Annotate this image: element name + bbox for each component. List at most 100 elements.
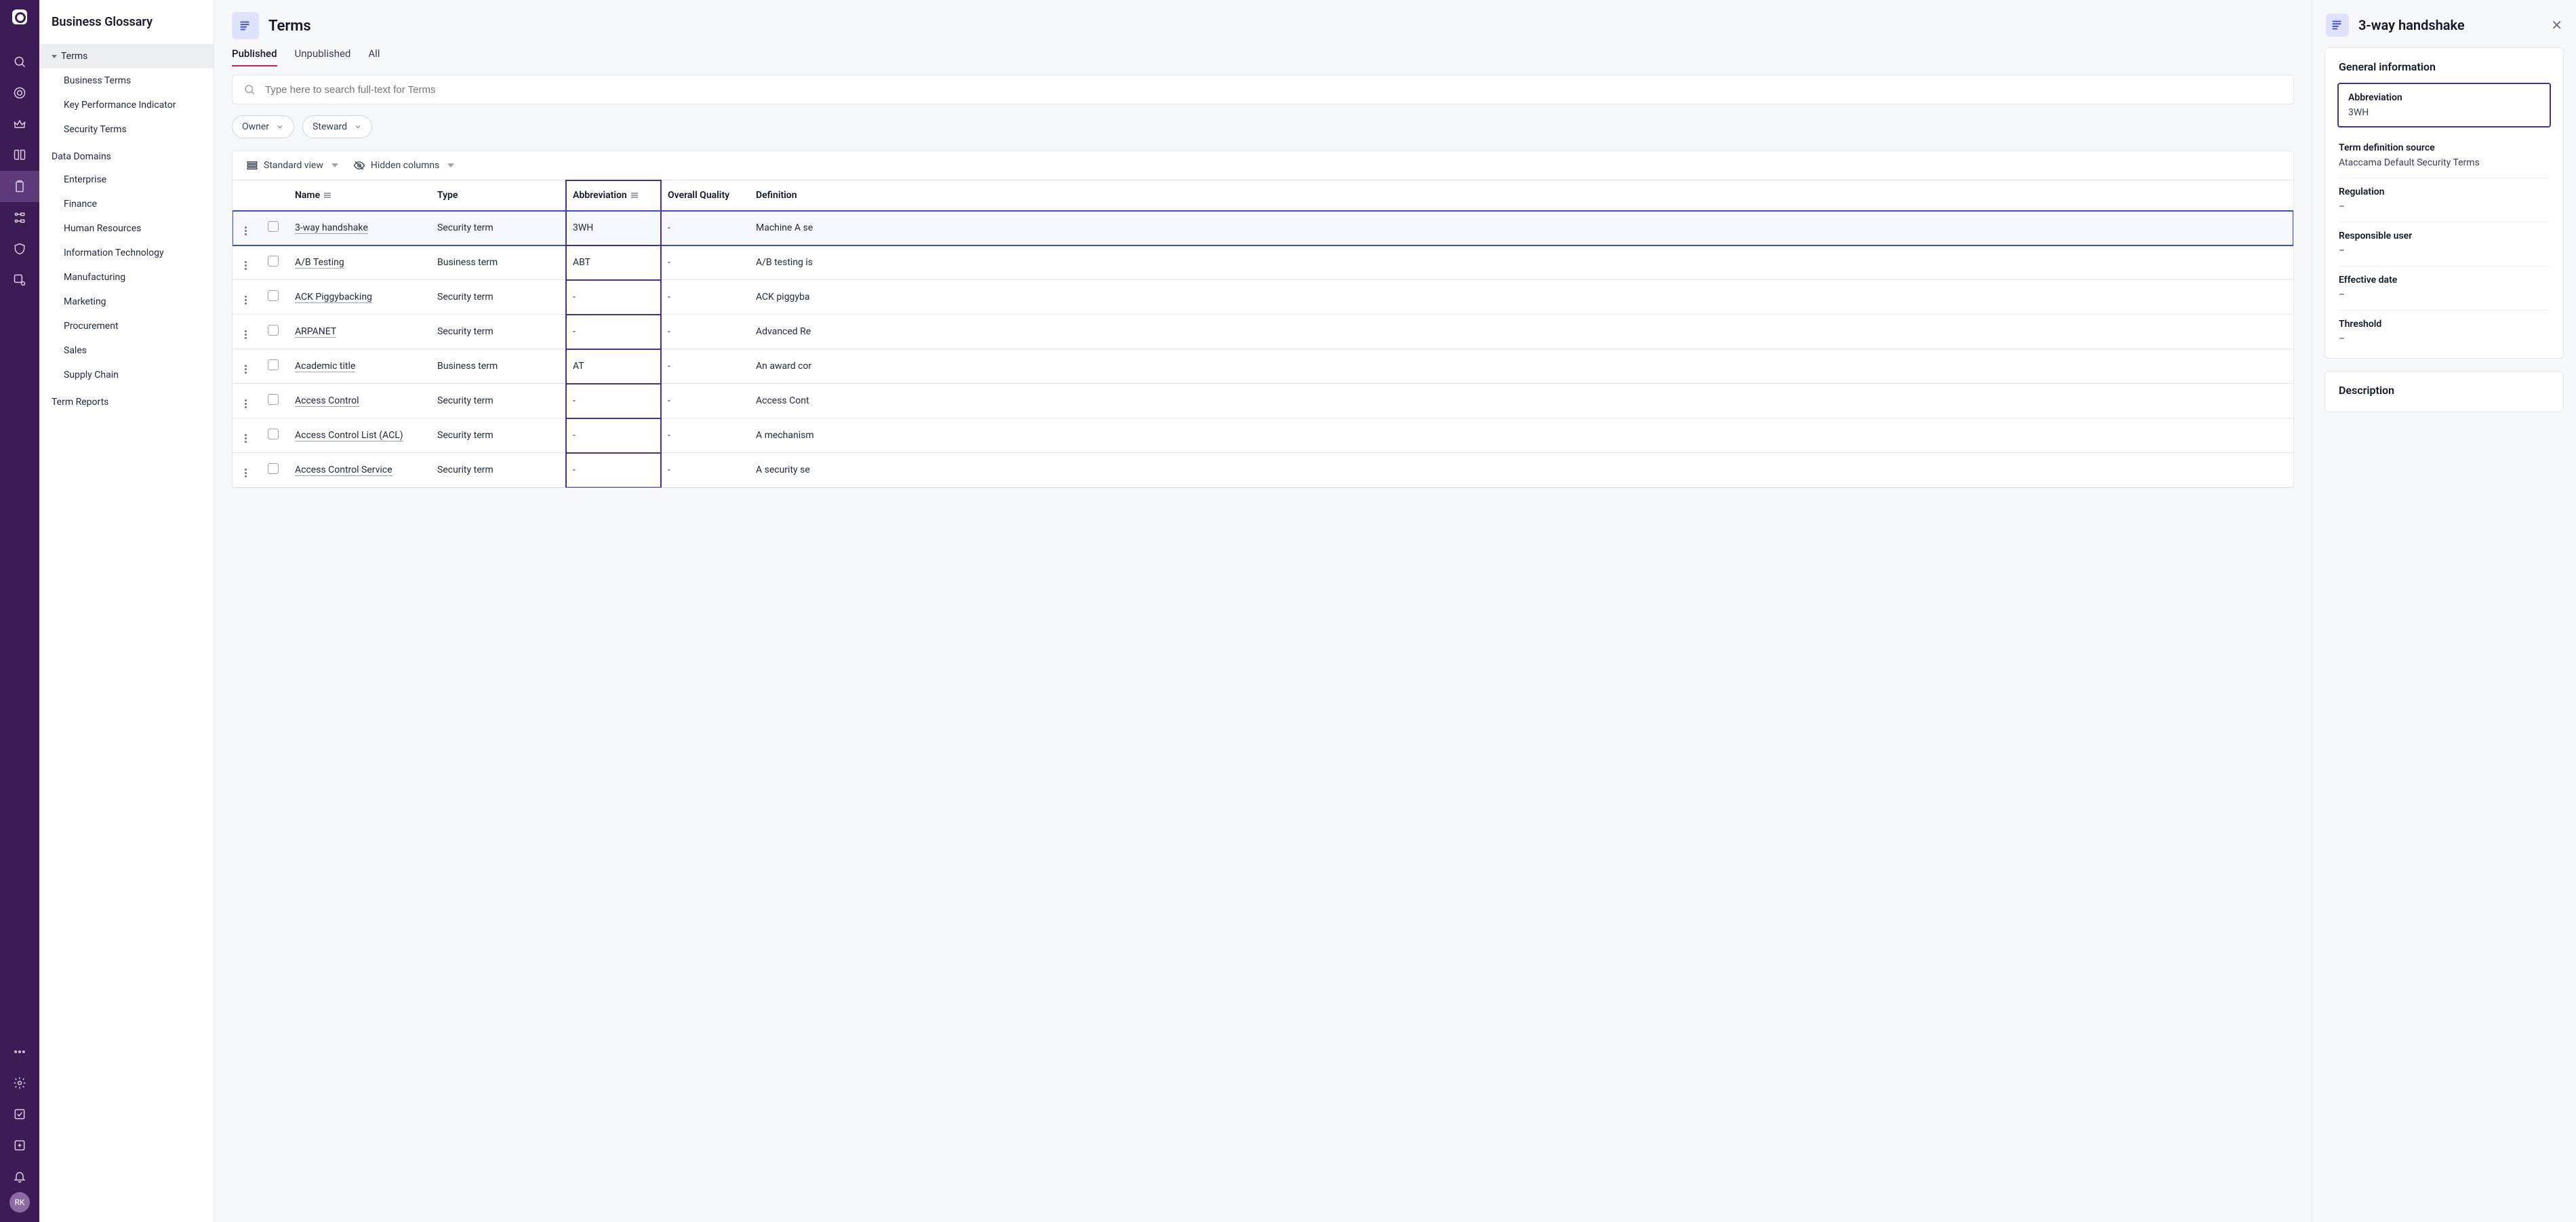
row-menu-button[interactable]: [233, 384, 258, 418]
row-menu-button[interactable]: [233, 418, 258, 453]
sidebar-item-manufacturing[interactable]: Manufacturing: [39, 265, 214, 290]
sidebar-item-key-performance-indicator[interactable]: Key Performance Indicator: [39, 93, 214, 117]
eye-off-icon: [353, 159, 365, 172]
app-logo[interactable]: [12, 9, 27, 24]
cell-abbreviation: AT: [566, 349, 661, 384]
crown-icon[interactable]: [0, 109, 39, 140]
sidebar-item-enterprise[interactable]: Enterprise: [39, 167, 214, 192]
cell-name[interactable]: A/B Testing: [288, 245, 430, 280]
cell-name[interactable]: 3-way handshake: [288, 211, 430, 245]
row-menu-button[interactable]: [233, 349, 258, 384]
cell-definition: A mechanism: [749, 418, 2293, 453]
table-row[interactable]: Access Control List (ACL)Security term--…: [233, 418, 2293, 453]
terms-icon: [2326, 14, 2349, 37]
main-content: Terms PublishedUnpublishedAll OwnerStewa…: [214, 0, 2312, 1222]
table-row[interactable]: A/B TestingBusiness termABT-A/B testing …: [233, 245, 2293, 280]
tab-unpublished[interactable]: Unpublished: [295, 47, 351, 66]
row-menu-button[interactable]: [233, 315, 258, 349]
tab-published[interactable]: Published: [232, 47, 277, 66]
row-checkbox[interactable]: [258, 418, 288, 453]
tasks-icon[interactable]: [0, 1099, 39, 1130]
target-icon[interactable]: [0, 77, 39, 109]
row-checkbox[interactable]: [258, 315, 288, 349]
close-icon[interactable]: ✕: [2551, 17, 2562, 33]
hierarchy-icon[interactable]: [0, 202, 39, 233]
user-avatar[interactable]: RK: [9, 1192, 30, 1213]
panel-field-responsible-user: Responsible user–: [2339, 222, 2550, 267]
table-row[interactable]: 3-way handshakeSecurity term3WH-Machine …: [233, 211, 2293, 245]
sidebar-item-marketing[interactable]: Marketing: [39, 290, 214, 314]
row-menu-button[interactable]: [233, 453, 258, 488]
sidebar-item-finance[interactable]: Finance: [39, 192, 214, 216]
settings-icon[interactable]: [0, 1067, 39, 1099]
filter-owner[interactable]: Owner: [232, 115, 294, 138]
column-header-name[interactable]: Name: [288, 180, 430, 211]
sidebar-section-term-reports[interactable]: Term Reports: [39, 387, 214, 413]
panel-description-title: Description: [2339, 384, 2550, 397]
add-panel-icon[interactable]: [0, 1130, 39, 1161]
standard-view-toggle[interactable]: Standard view: [246, 159, 338, 172]
panel-title: 3-way handshake: [2358, 17, 2541, 33]
cell-type: Business term: [430, 349, 566, 384]
explore-icon[interactable]: [0, 264, 39, 296]
search-icon[interactable]: [0, 46, 39, 77]
panel-field-abbreviation: Abbreviation3WH: [2337, 83, 2551, 127]
search-input[interactable]: [265, 84, 2282, 96]
column-header-overall-quality[interactable]: Overall Quality: [661, 180, 749, 211]
cell-name[interactable]: Access Control: [288, 384, 430, 418]
cell-type: Security term: [430, 418, 566, 453]
row-checkbox[interactable]: [258, 384, 288, 418]
sidebar-item-sales[interactable]: Sales: [39, 338, 214, 363]
cell-abbreviation: 3WH: [566, 211, 661, 245]
bell-icon[interactable]: [0, 1161, 39, 1192]
cell-name[interactable]: Access Control List (ACL): [288, 418, 430, 453]
row-checkbox[interactable]: [258, 349, 288, 384]
sidebar: Business Glossary TermsBusiness TermsKey…: [39, 0, 214, 1222]
shield-icon[interactable]: [0, 233, 39, 264]
filter-steward[interactable]: Steward: [302, 115, 372, 138]
column-header-type[interactable]: Type: [430, 180, 566, 211]
sidebar-section-data-domains[interactable]: Data Domains: [39, 142, 214, 167]
cell-quality: -: [661, 453, 749, 488]
column-header-definition[interactable]: Definition: [749, 180, 2293, 211]
cell-name[interactable]: Academic title: [288, 349, 430, 384]
hidden-columns-toggle[interactable]: Hidden columns: [353, 159, 454, 172]
row-checkbox[interactable]: [258, 211, 288, 245]
table-row[interactable]: Academic titleBusiness termAT-An award c…: [233, 349, 2293, 384]
search-box[interactable]: [232, 75, 2294, 104]
cell-abbreviation: -: [566, 315, 661, 349]
table-row[interactable]: ARPANETSecurity term--Advanced Re: [233, 315, 2293, 349]
row-menu-button[interactable]: [233, 280, 258, 315]
row-checkbox[interactable]: [258, 280, 288, 315]
clipboard-icon[interactable]: [0, 171, 39, 202]
row-menu-button[interactable]: [233, 211, 258, 245]
cell-abbreviation: -: [566, 384, 661, 418]
terms-table: NameTypeAbbreviationOverall QualityDefin…: [233, 180, 2293, 488]
sidebar-item-procurement[interactable]: Procurement: [39, 314, 214, 338]
sidebar-item-business-terms[interactable]: Business Terms: [39, 68, 214, 93]
cell-definition: A/B testing is: [749, 245, 2293, 280]
panel-field-effective-date: Effective date–: [2339, 267, 2550, 311]
cell-name[interactable]: ARPANET: [288, 315, 430, 349]
sidebar-item-supply-chain[interactable]: Supply Chain: [39, 363, 214, 387]
table-row[interactable]: Access Control ServiceSecurity term--A s…: [233, 453, 2293, 488]
row-checkbox[interactable]: [258, 453, 288, 488]
table-row[interactable]: ACK PiggybackingSecurity term--ACK piggy…: [233, 280, 2293, 315]
list-icon: [246, 159, 258, 172]
row-checkbox[interactable]: [258, 245, 288, 280]
sidebar-item-security-terms[interactable]: Security Terms: [39, 117, 214, 142]
column-header-abbreviation[interactable]: Abbreviation: [566, 180, 661, 211]
cell-name[interactable]: Access Control Service: [288, 453, 430, 488]
cell-abbreviation: -: [566, 453, 661, 488]
table-row[interactable]: Access ControlSecurity term--Access Cont: [233, 384, 2293, 418]
sidebar-item-information-technology[interactable]: Information Technology: [39, 241, 214, 265]
cell-definition: Advanced Re: [749, 315, 2293, 349]
row-menu-button[interactable]: [233, 245, 258, 280]
cell-name[interactable]: ACK Piggybacking: [288, 280, 430, 315]
sidebar-item-human-resources[interactable]: Human Resources: [39, 216, 214, 241]
sidebar-section-terms[interactable]: Terms: [39, 44, 214, 68]
more-icon[interactable]: [0, 1036, 39, 1067]
cell-quality: -: [661, 418, 749, 453]
book-icon[interactable]: [0, 140, 39, 171]
tab-all[interactable]: All: [368, 47, 380, 66]
